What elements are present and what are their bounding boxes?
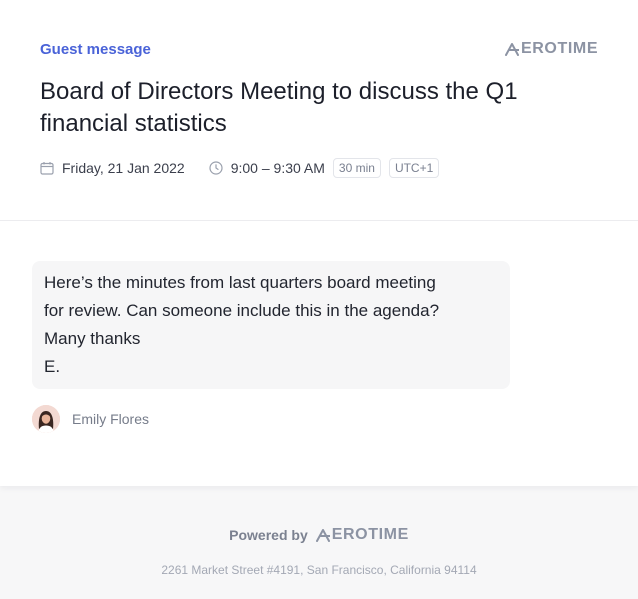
message-author: Emily Flores <box>32 405 149 433</box>
meeting-time: 9:00 – 9:30 AM <box>230 160 325 176</box>
meeting-meta: Friday, 21 Jan 2022 9:00 – 9:30 AM 30 mi… <box>40 156 440 180</box>
footer-logo: EROTIME <box>315 526 409 544</box>
guest-message-label: Guest message <box>40 41 151 58</box>
author-name: Emily Flores <box>72 411 150 427</box>
message-card: Guest message EROTIME Board of Directors… <box>0 0 638 486</box>
aerotime-logo: EROTIME <box>505 40 598 58</box>
message-bubble: Here’s the minutes from last quarters bo… <box>32 261 510 389</box>
message-line: E. <box>44 357 61 376</box>
message-line: Many thanks <box>44 329 141 348</box>
powered-by: Powered by EROTIME <box>0 526 638 544</box>
clock-icon <box>209 161 223 175</box>
calendar-icon <box>40 161 54 175</box>
page-title: Board of Directors Meeting to discuss th… <box>40 78 518 137</box>
message-line: for review. Can someone include this in … <box>44 301 440 320</box>
timezone-badge: UTC+1 <box>388 158 440 178</box>
divider <box>0 220 638 221</box>
powered-by-label: Powered by <box>229 527 308 543</box>
logo-a-mark-icon <box>505 42 519 56</box>
avatar <box>32 405 60 433</box>
company-address: 2261 Market Street #4191, San Francisco,… <box>161 563 477 577</box>
logo-a-mark-icon <box>315 528 330 542</box>
duration-badge: 30 min <box>332 158 381 178</box>
logo-text: EROTIME <box>521 40 599 57</box>
message-line: Here’s the minutes from last quarters bo… <box>44 273 436 292</box>
meeting-date: Friday, 21 Jan 2022 <box>62 160 185 176</box>
footer-logo-text: EROTIME <box>331 526 409 543</box>
